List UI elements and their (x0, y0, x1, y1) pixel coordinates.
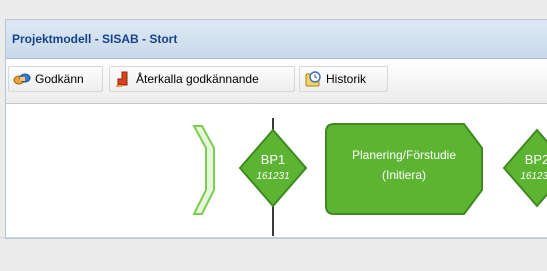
bp1-decision-point[interactable]: BP1 161231 (238, 128, 308, 208)
approve-button[interactable]: Godkänn (8, 66, 103, 92)
handshake-icon (13, 70, 31, 88)
bp2-label: BP2 (525, 152, 547, 167)
history-label: Historik (326, 72, 367, 86)
planning-phase-step[interactable]: Planering/Förstudie (Initiera) (325, 123, 483, 215)
pending-step-arrow[interactable] (192, 125, 215, 215)
planning-line2: (Initiera) (382, 168, 426, 182)
revoke-approval-label: Återkalla godkännande (136, 72, 259, 86)
bp2-date: 161231 (520, 171, 547, 182)
approve-label: Godkänn (35, 72, 84, 86)
bp1-date: 161231 (256, 171, 289, 182)
title-bar: Projektmodell - SISAB - Stort (6, 20, 547, 59)
bottom-divider (0, 237, 547, 238)
history-button[interactable]: Historik (299, 66, 388, 92)
revoke-icon (114, 70, 132, 88)
window-title: Projektmodell - SISAB - Stort (12, 32, 178, 46)
project-model-window: Projektmodell - SISAB - Stort Godkänn Åt… (5, 19, 547, 239)
toolbar: Godkänn Återkalla godkännande Historik (6, 59, 547, 104)
revoke-approval-button[interactable]: Återkalla godkännande (109, 66, 295, 92)
bp1-label: BP1 (261, 152, 286, 167)
planning-line1: Planering/Förstudie (352, 148, 456, 162)
process-diagram: BP1 161231 Planering/Förstudie (Initiera… (6, 104, 547, 236)
bp2-decision-point[interactable]: BP2 161231 (502, 128, 547, 208)
history-clock-icon (304, 70, 322, 88)
